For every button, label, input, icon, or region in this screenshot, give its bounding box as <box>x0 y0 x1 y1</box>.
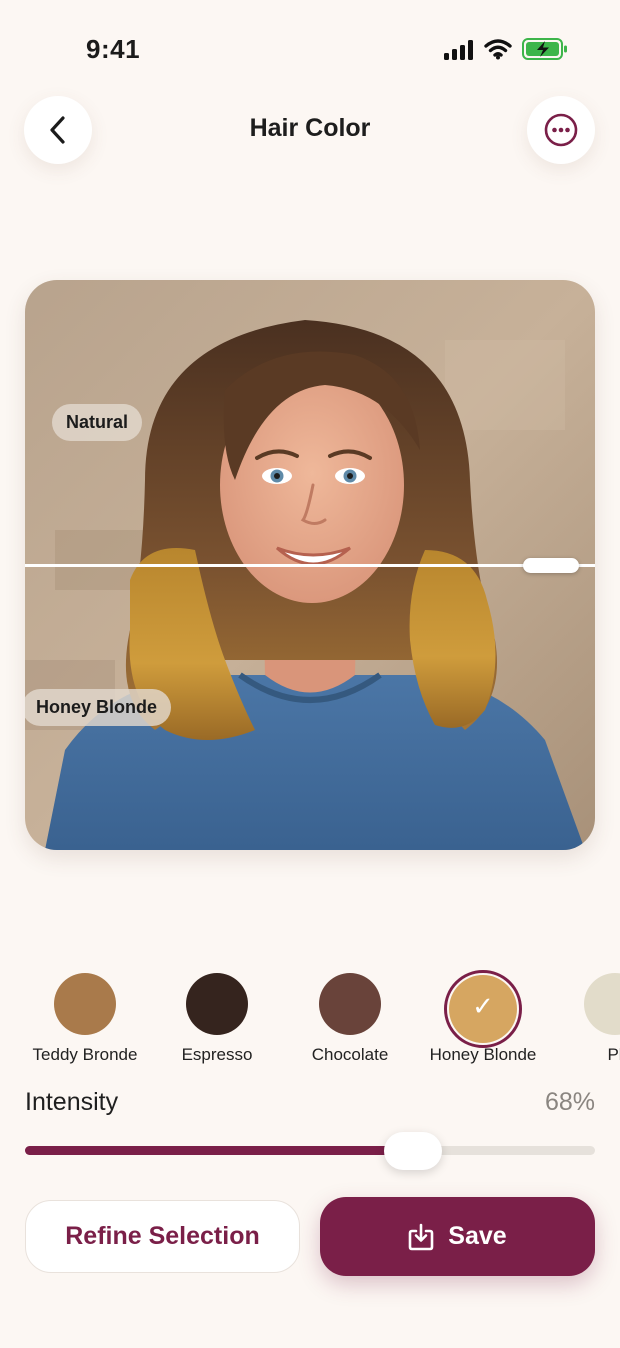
slider-fill <box>25 1146 413 1155</box>
refine-selection-button[interactable]: Refine Selection <box>25 1200 300 1273</box>
swatch-chocolate[interactable]: Chocolate <box>280 960 420 1070</box>
swatch-honey-blonde[interactable]: ✓ Honey Blonde <box>413 960 553 1070</box>
battery-charging-icon <box>522 38 567 60</box>
download-save-icon <box>408 1223 434 1250</box>
intensity-value: 68% <box>544 1088 595 1116</box>
swatch-label: Espresso <box>181 1045 253 1064</box>
swatch-label: Chocolate <box>311 1045 389 1064</box>
swatch-color-dot <box>319 973 381 1035</box>
selected-color-label-tag: Honey Blonde <box>25 689 172 726</box>
wifi-icon <box>484 39 512 60</box>
swatch-espresso[interactable]: Espresso <box>147 960 287 1070</box>
cellular-signal-icon <box>444 40 473 60</box>
portrait-image <box>25 280 595 850</box>
swatch-color-dot <box>54 973 116 1035</box>
swatch-color-dot <box>584 973 620 1035</box>
compare-split-handle[interactable] <box>523 558 579 573</box>
status-bar: 9:41 <box>0 0 620 100</box>
swatch-label: Honey Blonde <box>429 1045 537 1064</box>
color-swatch-list[interactable]: Teddy Bronde Espresso Chocolate ✓ Honey … <box>0 960 620 1070</box>
slider-thumb[interactable] <box>384 1132 442 1170</box>
save-label: Save <box>448 1222 507 1250</box>
swatch-label: Pl <box>607 1045 620 1064</box>
refine-selection-label: Refine Selection <box>65 1222 260 1250</box>
intensity-label: Intensity <box>25 1088 119 1116</box>
intensity-slider[interactable] <box>25 1132 595 1170</box>
natural-label-tag: Natural <box>52 404 143 441</box>
more-options-button[interactable] <box>527 96 595 164</box>
swatch-color-dot <box>186 973 248 1035</box>
status-time: 9:41 <box>86 34 141 64</box>
more-horizontal-icon <box>544 113 578 147</box>
save-button[interactable]: Save <box>320 1197 595 1276</box>
checkmark-icon: ✓ <box>472 991 494 1021</box>
swatch-label: Teddy Bronde <box>32 1045 138 1064</box>
hair-preview-photo[interactable]: Natural Honey Blonde <box>25 280 595 850</box>
swatch-partial[interactable]: Pl <box>545 960 620 1070</box>
swatch-teddy-bronde[interactable]: Teddy Bronde <box>15 960 155 1070</box>
